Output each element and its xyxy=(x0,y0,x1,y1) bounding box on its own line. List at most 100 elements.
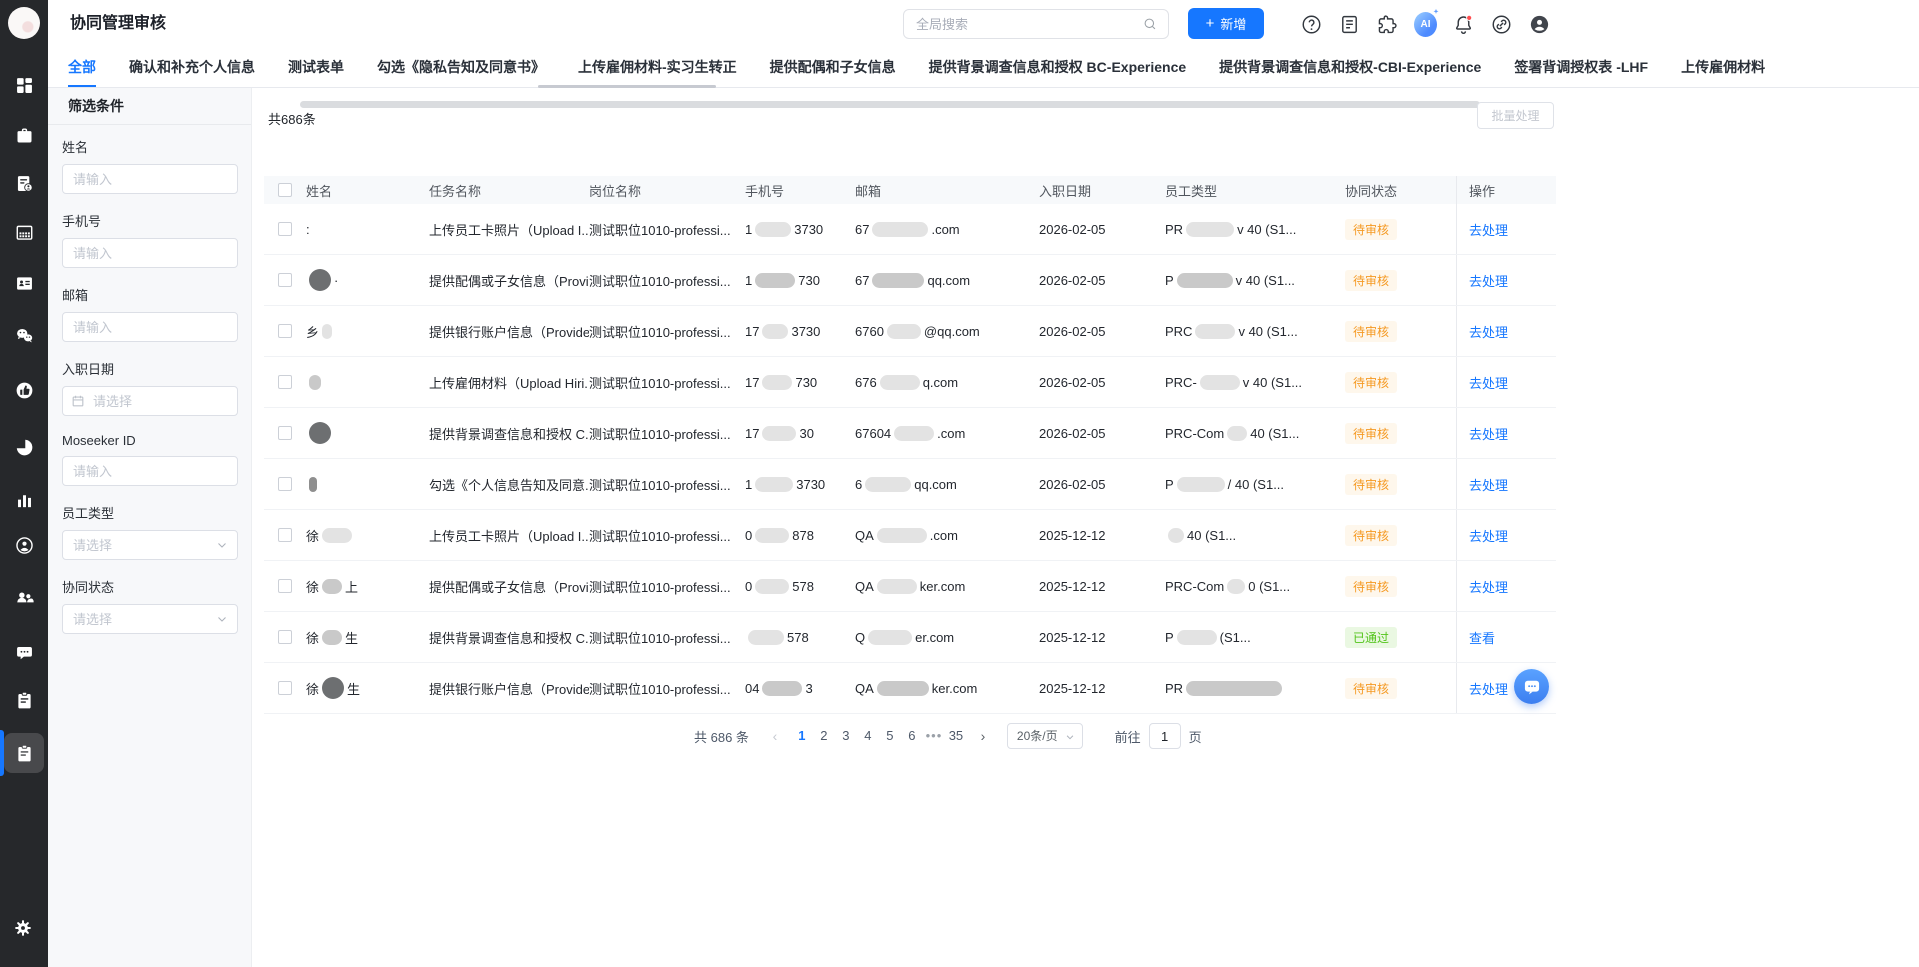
sidebar-item-id-card[interactable] xyxy=(4,263,44,303)
cell-email: 67 qq.com xyxy=(855,272,971,288)
row-checkbox[interactable] xyxy=(278,477,292,491)
page-size-select[interactable]: 20条/页 xyxy=(1006,723,1083,749)
page-button-35[interactable]: 35 xyxy=(945,723,967,749)
row-checkbox[interactable] xyxy=(278,528,292,542)
filter-input[interactable] xyxy=(62,312,238,342)
sidebar-item-settings[interactable] xyxy=(12,917,36,941)
tab-8[interactable]: 签署背调授权表 -LHF xyxy=(1514,48,1648,87)
tab-3[interactable]: 勾选《隐私告知及同意书》 xyxy=(377,48,545,87)
users-icon xyxy=(16,592,34,602)
cell-email: 676 q.com xyxy=(855,374,959,390)
wechat-icon xyxy=(16,328,32,342)
global-search-input[interactable] xyxy=(904,16,1142,32)
row-action-link[interactable]: 去处理 xyxy=(1469,373,1508,392)
page-button-2[interactable]: 2 xyxy=(813,723,835,749)
sidebar-item-resumes[interactable] xyxy=(4,163,44,203)
tab-7[interactable]: 提供背景调查信息和授权-CBI-Experience xyxy=(1219,48,1481,87)
sidebar-item-positions[interactable] xyxy=(4,115,44,155)
row-checkbox[interactable] xyxy=(278,426,292,440)
header-user-button[interactable] xyxy=(1528,13,1551,36)
sidebar-item-candidate[interactable] xyxy=(4,525,44,565)
sidebar-item-pie-report[interactable] xyxy=(4,427,44,467)
filter-field: 协同状态 xyxy=(62,577,238,634)
prev-page-button[interactable]: ‹ xyxy=(765,728,785,744)
header-help-button[interactable] xyxy=(1300,13,1323,36)
sidebar-item-messages[interactable] xyxy=(4,633,44,673)
cell-email: QA .com xyxy=(855,527,958,543)
cell-employee-type: PRC v 40 (S1... xyxy=(1165,323,1298,339)
row-action-link[interactable]: 去处理 xyxy=(1469,271,1508,290)
chat-widget-button[interactable] xyxy=(1514,669,1549,704)
row-checkbox[interactable] xyxy=(278,324,292,338)
tab-2[interactable]: 测试表单 xyxy=(288,48,344,87)
row-checkbox[interactable] xyxy=(278,222,292,236)
tab-4[interactable]: 上传雇佣材料-实习生转正 xyxy=(578,48,737,87)
cell-position-name: 测试职位1010-professi... xyxy=(589,324,731,340)
cell-task-name: 提供配偶或子女信息（Provi... xyxy=(429,273,589,289)
goto-page-input[interactable] xyxy=(1148,723,1181,749)
row-action-link[interactable]: 去处理 xyxy=(1469,577,1508,596)
header-link-button[interactable] xyxy=(1490,13,1513,36)
row-action-link[interactable]: 去处理 xyxy=(1469,526,1508,545)
sidebar-item-approvals[interactable] xyxy=(0,730,44,776)
filter-input[interactable] xyxy=(62,238,238,268)
tab-9[interactable]: 上传雇佣材料 xyxy=(1681,48,1765,87)
filter-input[interactable] xyxy=(62,456,238,486)
page-button-6[interactable]: 6 xyxy=(901,723,923,749)
sidebar-item-bar-report[interactable] xyxy=(4,480,44,520)
sidebar-item-dashboard[interactable] xyxy=(4,65,44,105)
cell-position-name: 测试职位1010-professi... xyxy=(589,630,731,646)
header-document-button[interactable] xyxy=(1338,13,1361,36)
batch-process-button[interactable]: 批量处理 xyxy=(1477,102,1554,129)
row-checkbox[interactable] xyxy=(278,681,292,695)
row-action-link[interactable]: 去处理 xyxy=(1469,475,1508,494)
row-action-link[interactable]: 查看 xyxy=(1469,628,1495,647)
row-checkbox[interactable] xyxy=(278,630,292,644)
page-button-4[interactable]: 4 xyxy=(857,723,879,749)
row-action-link[interactable]: 去处理 xyxy=(1469,424,1508,443)
global-search-box[interactable] xyxy=(903,9,1169,39)
sidebar-item-endorsement[interactable] xyxy=(4,370,44,410)
table-row: · 提供配偶或子女信息（Provi... 测试职位1010-professi..… xyxy=(264,255,1556,306)
cell-employee-type: P (S1... xyxy=(1165,629,1251,645)
header-ai-button[interactable]: AI xyxy=(1414,8,1439,37)
page-button-1[interactable]: 1 xyxy=(791,723,813,749)
filter-input[interactable] xyxy=(62,386,238,416)
row-action-link[interactable]: 去处理 xyxy=(1469,220,1508,239)
cell-employee-type: 40 (S1... xyxy=(1165,510,1345,560)
tab-1[interactable]: 确认和补充个人信息 xyxy=(129,48,255,87)
sidebar-item-talent-search[interactable] xyxy=(4,577,44,617)
tab-6[interactable]: 提供背景调查信息和授权 BC-Experience xyxy=(929,48,1186,87)
workspace-avatar[interactable] xyxy=(8,7,40,39)
sidebar-item-schedule[interactable] xyxy=(4,212,44,252)
row-checkbox[interactable] xyxy=(278,375,292,389)
header-puzzle-button[interactable] xyxy=(1376,13,1399,36)
tab-0[interactable]: 全部 xyxy=(68,48,96,87)
tabs-scrollbar-thumb[interactable] xyxy=(538,85,716,88)
table-hscrollbar-thumb[interactable] xyxy=(300,101,1480,108)
header-bell-button[interactable] xyxy=(1452,13,1475,36)
row-checkbox[interactable] xyxy=(278,273,292,287)
next-page-button[interactable]: › xyxy=(973,728,993,744)
user-circle-icon xyxy=(15,536,33,554)
sidebar-item-forms[interactable] xyxy=(4,680,44,720)
redaction-blob xyxy=(309,422,331,444)
row-checkbox[interactable] xyxy=(278,579,292,593)
row-action-link[interactable]: 去处理 xyxy=(1469,679,1508,698)
sidebar-item-wechat[interactable] xyxy=(4,315,44,355)
filter-input[interactable] xyxy=(62,164,238,194)
select-all-checkbox[interactable] xyxy=(278,183,292,197)
cell-position-name: 测试职位1010-professi... xyxy=(589,426,731,442)
page-button-5[interactable]: 5 xyxy=(879,723,901,749)
page-size-value: 20条/页 xyxy=(1016,729,1058,743)
cell-hire-date: 2026-02-05 xyxy=(1039,476,1106,492)
filter-input[interactable] xyxy=(62,604,238,634)
filter-label: 邮箱 xyxy=(62,288,89,303)
page-button-3[interactable]: 3 xyxy=(835,723,857,749)
filter-input[interactable] xyxy=(62,530,238,560)
cell-phone: 04 3 xyxy=(745,680,813,696)
cell-task-name: 提供背景调查信息和授权 C... xyxy=(429,630,589,646)
tab-5[interactable]: 提供配偶和子女信息 xyxy=(770,48,896,87)
create-new-button[interactable]: + 新增 xyxy=(1188,8,1264,39)
row-action-link[interactable]: 去处理 xyxy=(1469,322,1508,341)
